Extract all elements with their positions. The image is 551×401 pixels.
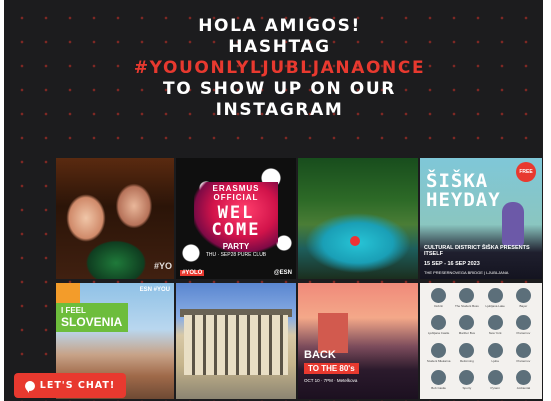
badge-icon: [459, 342, 475, 358]
poster-to-the-80s: TO THE 80's: [304, 363, 359, 374]
poster-dates: 15 SEP - 16 SEP 2023: [424, 261, 480, 267]
icon-grid-item: Sporty: [454, 369, 479, 394]
headline-line-2: HASHTAG: [228, 37, 331, 57]
icon-label: Reforming: [459, 358, 474, 363]
badge-icon: [459, 315, 475, 331]
badge-icon: [431, 342, 447, 358]
poster-title-line-2: HEYDAY: [426, 189, 501, 211]
icon-label: Sporty: [462, 385, 472, 390]
free-badge: FREE: [516, 162, 536, 182]
poster-erasmus-official: ERASMUS OFFICIAL: [176, 184, 296, 202]
icon-grid-item: The Student Boss: [454, 288, 479, 312]
headline-hashtag: #YOUONLYLJUBLJANAONCE: [133, 58, 426, 78]
badge-icon: [459, 288, 475, 303]
icon-label: Prešernov: [516, 358, 531, 363]
icon-grid-item: Ambiental: [511, 369, 536, 394]
poster-yolo-tag: #YOLO: [180, 270, 205, 276]
icon-label: Student Mlekarna: [426, 358, 451, 363]
badge-icon: [487, 288, 503, 303]
person-figure-graphic: [502, 202, 524, 246]
icon-label: Bayer: [519, 304, 528, 308]
poster-esn-logo: @ESN: [273, 270, 292, 276]
badge-icon: [487, 315, 503, 331]
icon-label: Ambiental: [516, 385, 531, 390]
instagram-post-university-building[interactable]: [176, 283, 296, 399]
icon-label: Pyrami: [490, 385, 500, 390]
icon-grid-item: Ljubljana Castle: [426, 315, 451, 339]
post-hashtag-label: #YO: [153, 261, 172, 271]
icon-label: Maribor Bus: [458, 331, 475, 336]
poster-caption: CULTURAL DISTRICT ŠIŠKA PRESENTS ITSELF: [424, 245, 530, 257]
icon-grid-item: New York: [483, 315, 508, 339]
icon-grid-item: Maribor Bus: [454, 315, 479, 339]
icon-label: New York: [488, 331, 502, 336]
badge-icon: [431, 369, 447, 385]
instagram-post-river-gorge[interactable]: [298, 158, 418, 279]
icon-grid-item: Ljuba: [483, 342, 508, 367]
headline-line-1: HOLA AMIGOS!: [198, 16, 361, 36]
instagram-feed-section: HOLA AMIGOS! HASHTAG #YOUONLYLJUBLJANAON…: [0, 0, 551, 401]
badge-icon: [487, 342, 503, 358]
poster-party: PARTY: [222, 242, 250, 251]
lets-chat-button[interactable]: LET'S CHAT!: [14, 373, 126, 398]
icon-label: Ljubljana Lake: [485, 304, 505, 308]
instagram-post-icon-grid[interactable]: Dobrin The Student Boss Ljubljana Lake B…: [420, 283, 542, 399]
poster-erasmus: ERASMUS: [212, 184, 260, 193]
badge-icon: [515, 315, 531, 331]
lets-chat-label: LET'S CHAT!: [39, 380, 116, 391]
building-facade-graphic: [184, 315, 288, 375]
icon-grid-item: Prešernov: [511, 342, 536, 367]
banner-line-2: SLOVENIA: [61, 315, 123, 329]
icon-grid-item: Bayer: [511, 288, 536, 312]
poster-footer: #YOLO @ESN: [180, 270, 292, 276]
badge-icon: [487, 369, 503, 385]
icon-grid-item: Bob Castle: [426, 369, 451, 394]
kayak-graphic: [350, 236, 360, 246]
icon-grid-item: Prešernov: [511, 315, 536, 339]
icon-label: Bob Castle: [431, 385, 446, 390]
poster-title: ŠIŠKA HEYDAY: [426, 172, 501, 210]
badge-icon: [431, 315, 447, 331]
headline: HOLA AMIGOS! HASHTAG #YOUONLYLJUBLJANAON…: [4, 16, 551, 121]
orange-corner-block: [56, 283, 80, 303]
poster-venue: THE PRESERNOVEGA BRIDGE | LJUBLJANA: [424, 270, 509, 275]
icon-grid-item: Dobrin: [426, 288, 451, 312]
esn-tag: ESN #YOU: [139, 287, 170, 293]
instagram-post-welcome-party[interactable]: ERASMUS OFFICIAL WEL COME PARTY THU · SE…: [176, 158, 296, 279]
icon-grid-item: Pyrami: [483, 369, 508, 394]
icon-grid-item: Ljubljana Lake: [483, 288, 508, 312]
badge-icon: [459, 369, 475, 385]
i-feel-slovenia-banner: I FEEL SLOVENIA: [56, 303, 129, 332]
badge-icon: [431, 288, 447, 303]
icon-label: Ljuba: [491, 358, 499, 363]
icon-label: Dobrin: [434, 304, 444, 308]
chat-bubble-icon: [24, 380, 35, 393]
poster-dates: THU · SEP28 PURE CLUB: [205, 252, 267, 258]
instagram-grid: #YO ERASMUS OFFICIAL WEL COME PARTY THU …: [56, 158, 542, 401]
badge-icon: [515, 369, 531, 385]
badge-icon: [515, 342, 531, 358]
poster-come: COME: [211, 220, 261, 240]
church-graphic: [318, 313, 348, 353]
icon-label: Ljubljana Castle: [427, 331, 450, 336]
instagram-post-siska-heyday[interactable]: FREE ŠIŠKA HEYDAY CULTURAL DISTRICT ŠIŠK…: [420, 158, 542, 279]
icon-grid-item: Student Mlekarna: [426, 342, 451, 367]
instagram-post-party-photo[interactable]: #YO: [56, 158, 174, 279]
instagram-post-back-to-the-80s[interactable]: BACK TO THE 80's OCT 10 · 7PM · Metelkov…: [298, 283, 418, 399]
headline-line-5: INSTAGRAM: [215, 100, 344, 120]
icon-label: Prešernov: [516, 331, 531, 336]
poster-official: OFFICIAL: [213, 193, 259, 202]
icon-grid-item: Reforming: [454, 342, 479, 367]
badge-icon: [515, 288, 531, 303]
headline-line-4: TO SHOW UP ON OUR: [163, 79, 396, 99]
icon-label: The Student Boss: [454, 304, 479, 308]
banner-line-1: I FEEL: [61, 306, 86, 315]
poster-date: OCT 10 · 7PM · Metelkova: [304, 378, 358, 383]
poster-back: BACK: [304, 349, 336, 361]
